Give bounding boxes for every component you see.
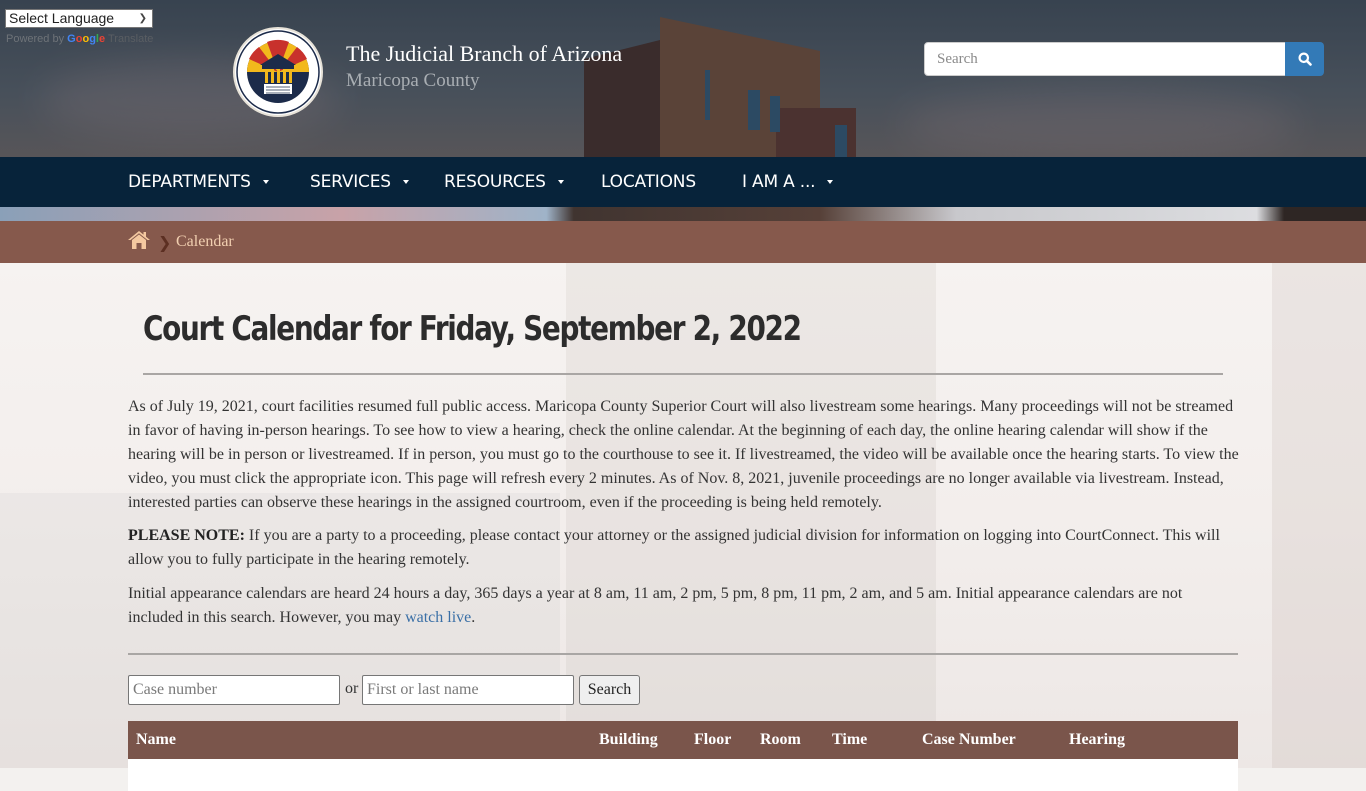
table-header-row: Name Building Floor Room Time Case Numbe…	[128, 721, 1238, 759]
site-title[interactable]: The Judicial Branch of Arizona	[346, 41, 622, 67]
page-title: Court Calendar for Friday, September 2, …	[143, 309, 802, 349]
background-window	[770, 96, 780, 132]
main-nav: DEPARTMENTS SERVICES RESOURCES LOCATIONS…	[0, 157, 1366, 207]
language-select-label: Select Language	[9, 10, 115, 26]
name-input[interactable]	[362, 675, 574, 705]
search-icon	[1298, 52, 1312, 66]
powered-by-label: Powered by	[6, 33, 65, 45]
table-body	[128, 759, 1238, 791]
column-header-floor[interactable]: Floor	[686, 721, 752, 759]
or-label: or	[345, 680, 359, 697]
nav-item-label: DEPARTMENTS	[128, 172, 251, 192]
background-window	[835, 125, 847, 157]
seal-icon	[236, 30, 320, 114]
background-building	[1272, 263, 1366, 768]
court-seal-logo[interactable]	[233, 27, 323, 117]
home-icon[interactable]	[128, 230, 150, 255]
intro-paragraph: As of July 19, 2021, court facilities re…	[128, 398, 1239, 511]
watch-live-link[interactable]: watch live	[405, 609, 471, 626]
table-cell	[128, 759, 1238, 791]
google-logo[interactable]: Google	[67, 33, 105, 45]
calendar-table: Name Building Floor Room Time Case Numbe…	[128, 721, 1238, 791]
translate-link[interactable]: Translate	[108, 33, 153, 45]
nav-item-resources[interactable]: RESOURCES	[444, 157, 564, 207]
caret-down-icon	[557, 180, 564, 184]
google-letter: G	[67, 33, 76, 45]
nav-item-label: LOCATIONS	[601, 172, 696, 192]
note-text: If you are a party to a proceeding, plea…	[128, 527, 1220, 568]
site-subtitle: Maricopa County	[346, 70, 480, 91]
breadcrumb: ❯ Calendar	[0, 221, 1366, 263]
nav-item-i-am-a[interactable]: I AM A ...	[742, 157, 834, 207]
initial-appearance-text: Initial appearance calendars are heard 2…	[128, 585, 1183, 626]
note-label: PLEASE NOTE:	[128, 527, 245, 544]
site-search-input[interactable]	[924, 42, 1286, 76]
column-header-case-number[interactable]: Case Number	[914, 721, 1061, 759]
note-paragraph: PLEASE NOTE: If you are a party to a pro…	[128, 524, 1240, 572]
background-window	[705, 70, 710, 120]
chevron-right-icon: ❯	[158, 233, 172, 252]
column-header-building[interactable]: Building	[591, 721, 686, 759]
nav-item-label: I AM A ...	[742, 172, 816, 192]
caret-down-icon	[402, 180, 409, 184]
nav-item-label: SERVICES	[310, 172, 391, 192]
banner-photo-strip	[0, 207, 1366, 221]
section-divider	[128, 653, 1238, 655]
nav-item-label: RESOURCES	[444, 172, 546, 192]
nav-item-services[interactable]: SERVICES	[310, 157, 409, 207]
caret-down-icon	[262, 180, 269, 184]
title-divider	[143, 373, 1223, 375]
background-window	[748, 90, 760, 130]
sentence-end: .	[471, 609, 476, 626]
language-select[interactable]: Select Language ❯	[5, 9, 153, 28]
column-header-time[interactable]: Time	[824, 721, 914, 759]
google-letter: g	[89, 33, 96, 45]
column-header-room[interactable]: Room	[752, 721, 824, 759]
header-banner	[0, 0, 1366, 157]
google-letter: e	[98, 33, 106, 45]
table-row	[128, 759, 1238, 791]
column-header-name[interactable]: Name	[128, 721, 591, 759]
chevron-down-icon: ❯	[138, 13, 147, 24]
initial-appearance-paragraph: Initial appearance calendars are heard 2…	[128, 582, 1240, 630]
caret-down-icon	[827, 180, 834, 184]
nav-item-departments[interactable]: DEPARTMENTS	[128, 157, 269, 207]
column-header-hearing[interactable]: Hearing	[1061, 721, 1238, 759]
breadcrumb-current: Calendar	[176, 233, 234, 250]
background-cloud	[900, 90, 1300, 157]
powered-by-google: Powered by Google Translate	[6, 33, 153, 45]
nav-item-locations[interactable]: LOCATIONS	[601, 157, 696, 207]
calendar-search-button[interactable]: Search	[579, 675, 640, 705]
site-search-button[interactable]	[1285, 42, 1324, 76]
case-number-input[interactable]	[128, 675, 340, 705]
